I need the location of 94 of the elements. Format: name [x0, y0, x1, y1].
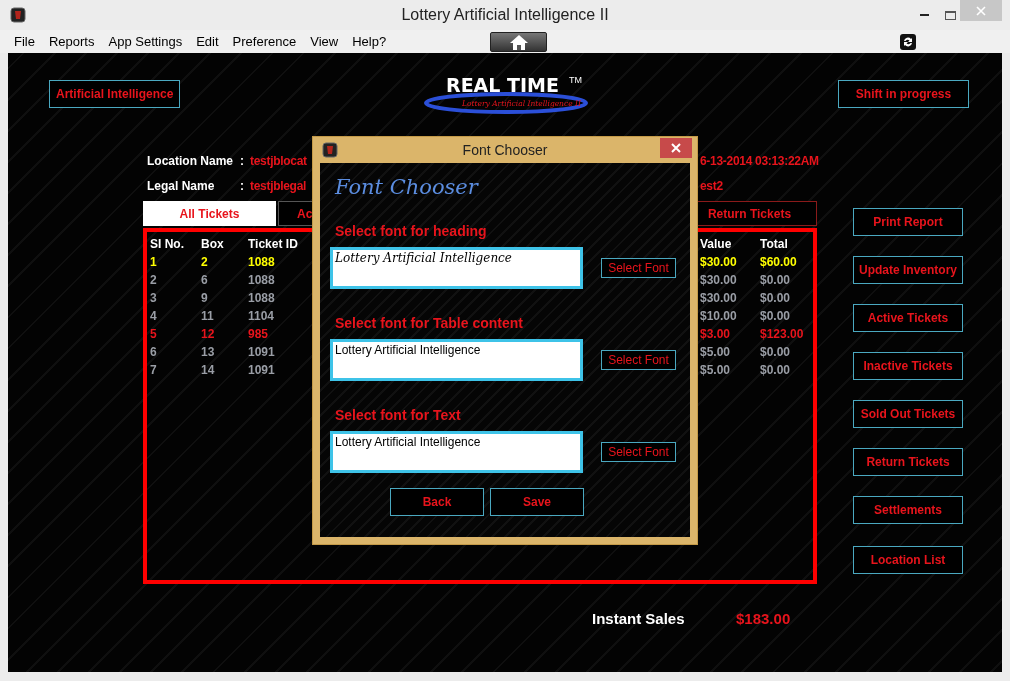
- dialog-button[interactable]: Save: [490, 488, 584, 516]
- side-button[interactable]: Inactive Tickets: [853, 352, 963, 380]
- info-label: Legal Name: [147, 178, 215, 193]
- table-cell-text: $123.00: [760, 327, 805, 341]
- table-cell-text: 4: [150, 309, 158, 323]
- minimize-icon: [919, 14, 929, 16]
- table-cell-text: 12: [201, 327, 216, 341]
- side-button[interactable]: Location List: [853, 546, 963, 574]
- window-title: Lottery Artificial Intelligence II: [401, 6, 609, 23]
- info-value: est2: [700, 178, 723, 193]
- table-cell-text: 3: [150, 291, 158, 305]
- menu-item[interactable]: Help?: [346, 34, 393, 49]
- table-cell-text: $10.00: [700, 309, 738, 323]
- shift-status-button[interactable]: Shift in progress: [838, 80, 969, 108]
- table-cell-text: 9: [201, 291, 209, 305]
- dialog-title: Font Chooser: [462, 142, 548, 158]
- side-button[interactable]: Settlements: [853, 496, 963, 524]
- table-cell-text: 1088: [248, 291, 276, 305]
- table-cell-text: 1088: [248, 255, 276, 269]
- table-cell-text: 5: [150, 327, 158, 341]
- info-colon: :: [240, 153, 244, 168]
- info-colon: :: [240, 178, 244, 193]
- table-cell-text: $0.00: [760, 363, 792, 377]
- table-cell-text: $3.00: [700, 327, 732, 341]
- table-cell-text: $60.00: [760, 255, 798, 269]
- side-button[interactable]: Return Tickets: [853, 448, 963, 476]
- column-header: SI No.: [150, 237, 185, 251]
- close-button[interactable]: [660, 138, 692, 158]
- select-font-button[interactable]: Select Font: [601, 258, 676, 278]
- table-cell-text: $0.00: [760, 273, 792, 287]
- table-cell-text: 1088: [248, 273, 276, 287]
- maximize-icon: [944, 10, 956, 20]
- table-cell-text: 13: [201, 345, 216, 359]
- side-button[interactable]: Print Report: [853, 208, 963, 236]
- menu-item[interactable]: Preference: [226, 34, 303, 49]
- side-button[interactable]: Sold Out Tickets: [853, 400, 963, 428]
- dialog-heading: Font Chooser: [335, 175, 478, 199]
- table-cell-text: 1091: [248, 363, 276, 377]
- section-label: Select font for Text: [335, 407, 461, 423]
- close-icon: [671, 143, 681, 153]
- tab[interactable]: All Tickets: [143, 201, 276, 226]
- table-cell-text: $0.00: [760, 291, 792, 305]
- app-icon: [10, 7, 26, 23]
- input-field[interactable]: Lottery Artificial Intelligence: [330, 247, 583, 289]
- info-value: testjblegal: [250, 178, 307, 193]
- menu-item[interactable]: View: [304, 34, 345, 49]
- table-cell-text: $30.00: [700, 255, 738, 269]
- table-cell-text: 6: [201, 273, 209, 287]
- summary-label: Instant Sales: [592, 610, 686, 627]
- table-cell-text: 2: [201, 255, 209, 269]
- artificial-intelligence-button[interactable]: Artificial Intelligence: [49, 80, 180, 108]
- side-button[interactable]: Update Inventory: [853, 256, 963, 284]
- home-icon: [508, 33, 529, 50]
- menu-item[interactable]: File: [8, 34, 41, 49]
- side-button[interactable]: Active Tickets: [853, 304, 963, 332]
- table-cell-text: 11: [201, 309, 215, 323]
- column-header: Ticket ID: [248, 237, 299, 251]
- close-icon: [976, 5, 986, 16]
- info-value: 6-13-2014 03:13:22AM: [700, 153, 819, 168]
- app-icon: [322, 142, 338, 158]
- input-field[interactable]: Lottery Artificial Intelligence: [330, 431, 583, 473]
- info-value: testjblocat: [250, 153, 307, 168]
- table-cell-text: $30.00: [700, 291, 738, 305]
- input-field[interactable]: Lottery Artificial Intelligence: [330, 339, 583, 381]
- logo-title: REAL TIME: [446, 74, 559, 96]
- table-cell-text: 1091: [248, 345, 276, 359]
- home-button[interactable]: [490, 31, 548, 52]
- menu-item[interactable]: App Settings: [102, 34, 189, 49]
- menu-item[interactable]: Edit: [190, 34, 225, 49]
- table-cell-text: 14: [201, 363, 216, 377]
- table-cell-text: 1: [150, 255, 158, 269]
- trademark-mark: TM: [569, 75, 582, 85]
- column-header: Box: [201, 237, 225, 251]
- column-header: Total: [760, 237, 789, 251]
- table-cell-text: $0.00: [760, 345, 792, 359]
- section-label: Select font for Table content: [335, 315, 523, 331]
- table-cell-text: 6: [150, 345, 158, 359]
- section-label: Select font for heading: [335, 223, 487, 239]
- column-header: Value: [700, 237, 733, 251]
- select-font-button[interactable]: Select Font: [601, 350, 676, 370]
- dialog-button[interactable]: Back: [390, 488, 484, 516]
- table-cell-text: 985: [248, 327, 270, 341]
- table-cell-text: $5.00: [700, 363, 732, 377]
- table-cell-text: 7: [150, 363, 158, 377]
- table-cell-text: $30.00: [700, 273, 738, 287]
- refresh-icon[interactable]: [900, 33, 916, 50]
- menu-item[interactable]: Reports: [42, 34, 101, 49]
- summary-value: $183.00: [736, 610, 791, 627]
- table-cell-text: $5.00: [700, 345, 732, 359]
- table-cell-text: $0.00: [760, 309, 792, 323]
- info-label: Location Name: [147, 153, 233, 168]
- table-cell-text: 2: [150, 273, 158, 287]
- select-font-button[interactable]: Select Font: [601, 442, 676, 462]
- table-cell-text: 1104: [248, 309, 276, 323]
